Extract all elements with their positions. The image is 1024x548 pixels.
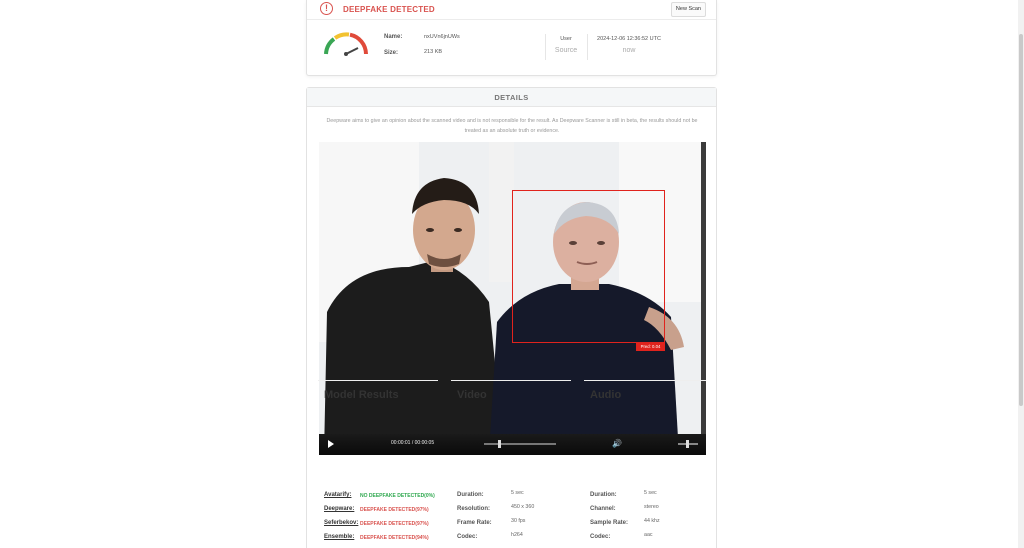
info-label: Duration:	[457, 492, 484, 498]
video-player[interactable]: Pred: 0.04 00:00:01 / 00:00:05 🔊	[319, 142, 706, 455]
divider	[451, 380, 571, 381]
disclaimer-line-1: Deepware aims to give an opinion about t…	[326, 118, 698, 124]
prediction-label: Pred: 0.04	[636, 343, 665, 351]
meta-user-head: User	[560, 36, 572, 42]
info-value: 30 fps	[511, 518, 526, 524]
divider	[584, 380, 706, 381]
info-value: 44 khz	[644, 518, 660, 524]
info-value: 450 x 360	[511, 504, 535, 510]
info-label: Sample Rate:	[590, 520, 629, 526]
name-value: nxUVn6jnUWs	[424, 34, 460, 40]
details-card: DETAILS Deepware aims to give an opinion…	[306, 87, 717, 548]
info-label: Codec:	[457, 534, 478, 540]
model-status: DEEPFAKE DETECTED(97%)	[360, 506, 429, 513]
model-status: NO DEEPFAKE DETECTED(0%)	[360, 492, 435, 499]
video-info-heading: Video	[457, 389, 487, 401]
details-title: DETAILS	[307, 88, 716, 107]
info-label: Channel:	[590, 506, 616, 512]
audio-info-section: Audio Duration: 5 sec Channel: stereo Sample…	[584, 380, 706, 540]
video-controls: 00:00:01 / 00:00:05 🔊	[319, 434, 706, 455]
seek-bar[interactable]	[484, 440, 556, 448]
scan-summary-card: ! DEEPFAKE DETECTED New Scan Name: nxUVn…	[306, 0, 717, 76]
scrollbar-thumb[interactable]	[1019, 34, 1023, 406]
name-label: Name:	[384, 34, 403, 40]
disclaimer: Deepware aims to give an opinion about t…	[319, 116, 705, 136]
audio-info-heading: Audio	[590, 389, 622, 401]
new-scan-button[interactable]: New Scan	[670, 2, 706, 17]
page-scrollbar[interactable]	[1018, 0, 1024, 548]
info-value: h264	[511, 532, 523, 538]
meta-date-head: 2024-12-06 12:36:52 UTC	[597, 36, 661, 42]
info-label: Frame Rate:	[457, 520, 492, 526]
size-label: Size:	[384, 50, 399, 56]
model-link[interactable]: Seferbekov:	[324, 520, 358, 526]
info-label: Duration:	[590, 492, 617, 498]
info-label: Codec:	[590, 534, 611, 540]
meta-user-sub: Source	[554, 47, 578, 54]
info-value: 5 sec	[644, 490, 657, 496]
seek-handle[interactable]	[498, 440, 501, 448]
model-status: DEEPFAKE DETECTED(94%)	[360, 534, 429, 541]
play-icon[interactable]	[328, 440, 334, 448]
volume-handle[interactable]	[686, 440, 689, 448]
model-status: DEEPFAKE DETECTED(97%)	[360, 520, 429, 527]
face-detection-box	[512, 190, 665, 343]
model-results-section: Model Results Avatarify: NO DEEPFAKE DETE…	[318, 380, 438, 541]
meta-date-sub: now	[622, 47, 636, 54]
model-results-heading: Model Results	[324, 389, 399, 401]
model-link[interactable]: Avatarify:	[324, 492, 351, 498]
info-label: Resolution:	[457, 506, 490, 512]
timecode: 00:00:01 / 00:00:05	[391, 440, 435, 446]
model-link[interactable]: Ensemble:	[324, 534, 354, 540]
volume-icon[interactable]: 🔊	[612, 439, 622, 448]
info-value: aac	[644, 532, 653, 538]
divider	[318, 380, 438, 381]
alert-circle-icon: !	[320, 2, 333, 15]
divider	[587, 34, 588, 60]
model-link[interactable]: Deepware:	[324, 506, 354, 512]
disclaimer-line-2: treated as an absolute truth or evidence…	[464, 128, 560, 134]
gauge-icon	[324, 32, 368, 56]
size-value: 213 KB	[424, 49, 443, 55]
alert-bar: ! DEEPFAKE DETECTED New Scan	[307, 0, 716, 20]
alert-title: DEEPFAKE DETECTED	[343, 5, 435, 14]
info-value: 5 sec	[511, 490, 524, 496]
volume-slider[interactable]	[678, 440, 698, 448]
video-info-section: Video Duration: 5 sec Resolution: 450 x 360…	[451, 380, 571, 540]
info-value: stereo	[644, 504, 659, 510]
